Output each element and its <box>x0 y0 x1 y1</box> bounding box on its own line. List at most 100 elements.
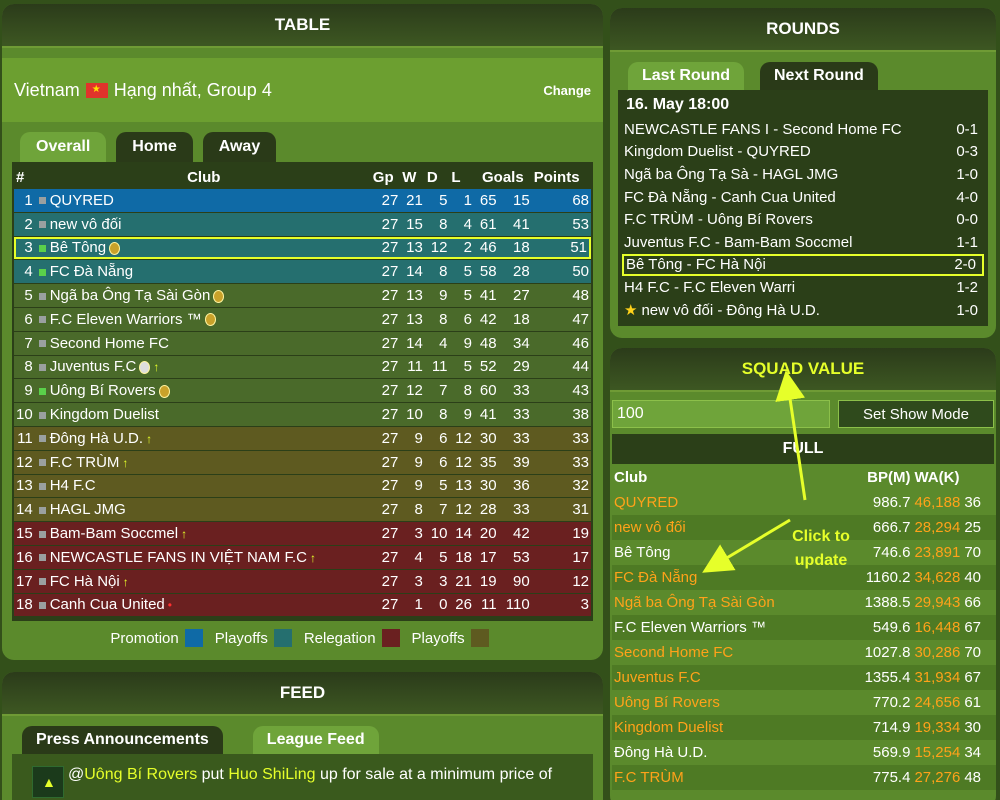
match-row[interactable]: F.C TRÙM - Uông Bí Rovers 0-0 <box>622 208 984 231</box>
match-row[interactable]: Bê Tông - FC Hà Nội 2-0 <box>622 253 984 277</box>
feed-player-link[interactable]: Huo ShiLing <box>228 766 315 783</box>
cell-club[interactable]: H4 F.C <box>36 474 371 498</box>
cell-club[interactable]: new vô đối <box>36 212 371 236</box>
col-d[interactable]: D <box>425 167 450 188</box>
club-name[interactable]: H4 F.C <box>50 477 96 494</box>
col-w[interactable]: W <box>400 167 425 188</box>
table-row[interactable]: 13 H4 F.C 27 9 5 13 30 36 32 <box>14 474 591 498</box>
club-name[interactable]: new vô đối <box>50 216 122 233</box>
col-squad-club[interactable]: Club <box>612 464 852 490</box>
club-name[interactable]: Uông Bí Rovers <box>50 382 156 399</box>
tab-last-round[interactable]: Last Round <box>628 62 744 90</box>
cell-club[interactable]: F.C Eleven Warriors ™ <box>36 307 371 331</box>
club-name[interactable]: Juventus F.C <box>50 358 137 375</box>
table-row[interactable]: 3 Bê Tông 27 13 12 2 46 18 51 <box>14 236 591 260</box>
squad-club[interactable]: F.C Eleven Warriors ™ <box>612 615 852 640</box>
change-link[interactable]: Change <box>543 83 591 98</box>
cell-club[interactable]: FC Hà Nội ↑ <box>36 569 371 593</box>
set-show-mode-button[interactable]: Set Show Mode <box>838 400 994 428</box>
table-row[interactable]: 14 HAGL JMG 27 8 7 12 28 33 31 <box>14 498 591 522</box>
table-row[interactable]: 9 Uông Bí Rovers 27 12 7 8 60 33 43 <box>14 379 591 403</box>
table-row[interactable]: 15 Bam-Bam Soccmel ↑ 27 3 10 14 20 42 19 <box>14 522 591 545</box>
cell-club[interactable]: Canh Cua United • <box>36 593 371 617</box>
club-name[interactable]: HAGL JMG <box>50 501 126 518</box>
club-name[interactable]: FC Đà Nẵng <box>50 263 133 280</box>
squad-row[interactable]: Ngã ba Ông Tạ Sài Gòn 1388.5 29,943 66 <box>612 590 996 615</box>
club-name[interactable]: QUYRED <box>50 192 114 209</box>
cell-club[interactable]: Ngã ba Ông Tạ Sài Gòn <box>36 284 371 307</box>
table-row[interactable]: 7 Second Home FC 27 14 4 9 48 34 46 <box>14 331 591 355</box>
match-row[interactable]: Juventus F.C - Bam-Bam Soccmel 1-1 <box>622 231 984 254</box>
squad-club[interactable]: Kingdom Duelist <box>612 715 852 740</box>
table-row[interactable]: 16 NEWCASTLE FANS IN VIỆT NAM F.C ↑ 27 4 5 18 1… <box>14 545 591 569</box>
tab-home[interactable]: Home <box>116 132 193 162</box>
col-l[interactable]: L <box>449 167 474 188</box>
tab-league-feed[interactable]: League Feed <box>252 726 379 754</box>
club-name[interactable]: Đông Hà U.D. <box>50 430 143 447</box>
squad-value-input[interactable] <box>612 400 830 428</box>
club-name[interactable]: Ngã ba Ông Tạ Sài Gòn <box>50 287 211 304</box>
club-name[interactable]: Canh Cua United <box>50 596 165 613</box>
cell-club[interactable]: QUYRED <box>36 189 371 212</box>
squad-row[interactable]: QUYRED 986.7 46,188 36 <box>612 490 996 515</box>
squad-row[interactable]: Đông Hà U.D. 569.9 15,254 34 <box>612 740 996 765</box>
cell-club[interactable]: FC Đà Nẵng <box>36 260 371 284</box>
col-points[interactable]: Points <box>532 167 591 188</box>
match-row[interactable]: H4 F.C - F.C Eleven Warri 1-2 <box>622 276 984 299</box>
table-row[interactable]: 4 FC Đà Nẵng 27 14 8 5 58 28 50 <box>14 260 591 284</box>
tab-next-round[interactable]: Next Round <box>760 62 878 90</box>
col-pos[interactable]: # <box>14 167 37 188</box>
tab-press-announcements[interactable]: Press Announcements <box>22 726 223 754</box>
squad-club[interactable]: Second Home FC <box>612 640 852 665</box>
cell-club[interactable]: HAGL JMG <box>36 498 371 522</box>
match-row[interactable]: NEWCASTLE FANS I - Second Home FC 0-1 <box>622 118 984 141</box>
squad-club[interactable]: QUYRED <box>612 490 852 515</box>
col-gp[interactable]: Gp <box>371 167 401 188</box>
squad-row[interactable]: Kingdom Duelist 714.9 19,334 30 <box>612 715 996 740</box>
club-name[interactable]: Bê Tông <box>50 239 106 256</box>
club-name[interactable]: F.C TRÙM <box>50 454 120 471</box>
table-row[interactable]: 10 Kingdom Duelist 27 10 8 9 41 33 38 <box>14 403 591 426</box>
cell-club[interactable]: Second Home FC <box>36 331 371 355</box>
squad-row[interactable]: F.C Eleven Warriors ™ 549.6 16,448 67 <box>612 615 996 640</box>
club-name[interactable]: Kingdom Duelist <box>50 406 159 423</box>
squad-club[interactable]: Đông Hà U.D. <box>612 740 852 765</box>
squad-club[interactable]: Ngã ba Ông Tạ Sài Gòn <box>612 590 852 615</box>
squad-row[interactable]: F.C TRÙM 775.4 27,276 48 <box>612 765 996 790</box>
match-row[interactable]: Ngã ba Ông Tạ Sà - HAGL JMG 1-0 <box>622 163 984 186</box>
tab-overall[interactable]: Overall <box>20 132 107 162</box>
table-row[interactable]: 12 F.C TRÙM ↑ 27 9 6 12 35 39 33 <box>14 450 591 474</box>
cell-club[interactable]: Juventus F.C ↑ <box>36 355 371 379</box>
squad-club[interactable]: F.C TRÙM <box>612 765 852 790</box>
table-row[interactable]: 18 Canh Cua United • 27 1 0 26 11 110 3 <box>14 593 591 617</box>
club-name[interactable]: Second Home FC <box>50 335 169 352</box>
table-row[interactable]: 8 Juventus F.C ↑ 27 11 11 5 52 29 44 <box>14 355 591 379</box>
squad-row[interactable]: Second Home FC 1027.8 30,286 70 <box>612 640 996 665</box>
cell-club[interactable]: Đông Hà U.D. ↑ <box>36 426 371 450</box>
match-row[interactable]: FC Đà Nẵng - Canh Cua United 4-0 <box>622 186 984 209</box>
club-name[interactable]: Bam-Bam Soccmel <box>50 525 178 542</box>
cell-club[interactable]: F.C TRÙM ↑ <box>36 450 371 474</box>
cell-club[interactable]: Uông Bí Rovers <box>36 379 371 403</box>
club-name[interactable]: FC Hà Nội <box>50 573 120 590</box>
table-row[interactable]: 6 F.C Eleven Warriors ™ 27 13 8 6 42 18 47 <box>14 307 591 331</box>
cell-club[interactable]: Bê Tông <box>36 236 371 260</box>
cell-club[interactable]: Bam-Bam Soccmel ↑ <box>36 522 371 545</box>
col-goals[interactable]: Goals <box>474 167 532 188</box>
club-name[interactable]: NEWCASTLE FANS IN VIỆT NAM F.C <box>50 549 307 566</box>
squad-club[interactable]: Uông Bí Rovers <box>612 690 852 715</box>
tab-away[interactable]: Away <box>202 132 277 162</box>
match-row[interactable]: Kingdom Duelist - QUYRED 0-3 <box>622 141 984 164</box>
table-row[interactable]: 2 new vô đối 27 15 8 4 61 41 53 <box>14 212 591 236</box>
table-row[interactable]: 17 FC Hà Nội ↑ 27 3 3 21 19 90 12 <box>14 569 591 593</box>
squad-row[interactable]: Uông Bí Rovers 770.2 24,656 61 <box>612 690 996 715</box>
cell-club[interactable]: Kingdom Duelist <box>36 403 371 426</box>
squad-row[interactable]: Juventus F.C 1355.4 31,934 67 <box>612 665 996 690</box>
club-crest-icon[interactable] <box>32 766 64 798</box>
col-club[interactable]: Club <box>37 167 371 188</box>
club-name[interactable]: F.C Eleven Warriors ™ <box>50 311 202 328</box>
table-row[interactable]: 11 Đông Hà U.D. ↑ 27 9 6 12 30 33 33 <box>14 426 591 450</box>
col-wa[interactable]: WA(K) <box>912 464 996 490</box>
table-row[interactable]: 5 Ngã ba Ông Tạ Sài Gòn 27 13 9 5 41 27 48 <box>14 284 591 307</box>
feed-club-link[interactable]: Uông Bí Rovers <box>84 766 197 783</box>
